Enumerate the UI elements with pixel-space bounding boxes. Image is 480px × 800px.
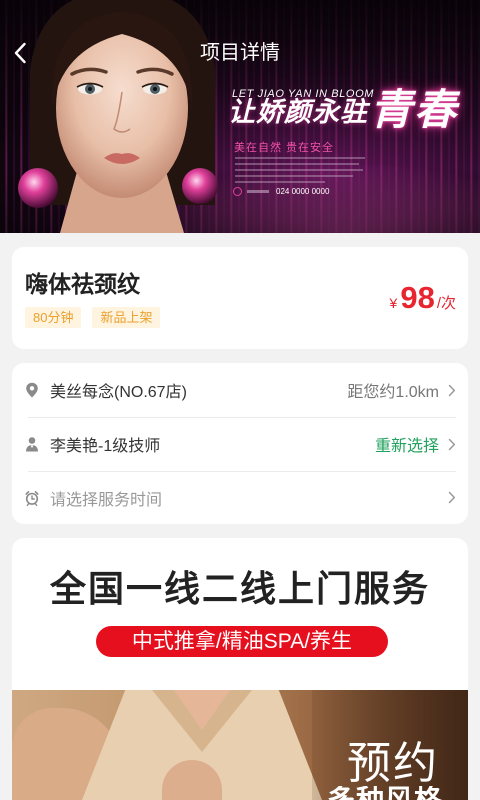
booking-card: 美丝每念(NO.67店) 距您约1.0km 李美艳-1级技师 重新选择 请选择服… — [12, 363, 468, 524]
brand-logo-wordmark — [247, 190, 269, 193]
clock-icon — [25, 490, 39, 506]
technician-name: 李美艳-1级技师 — [50, 438, 161, 455]
technician-row[interactable]: 李美艳-1级技师 重新选择 — [12, 417, 468, 471]
photo-caption: 预约 — [347, 739, 439, 788]
price-currency: ¥ — [389, 295, 398, 311]
technician-icon — [26, 437, 38, 452]
chevron-right-icon — [448, 491, 456, 504]
store-name: 美丝每念(NO.67店) — [50, 384, 187, 401]
service-time-row[interactable]: 请选择服务时间 — [12, 471, 468, 524]
banner-headline-highlight: 青春 — [370, 86, 459, 133]
location-pin-icon — [26, 382, 38, 398]
store-distance: 距您约1.0km — [347, 384, 439, 401]
promo-categories-pill: 中式推拿/精油SPA/养生 — [96, 626, 388, 657]
new-arrival-tag: 新品上架 — [92, 307, 161, 328]
banner-fine-print-line — [235, 157, 365, 159]
banner-fine-print-line — [235, 169, 363, 171]
chevron-right-icon — [448, 438, 456, 450]
service-card: 嗨体祛颈纹 80分钟 新品上架 ¥ 98 /次 — [12, 247, 468, 349]
service-price: ¥ 98 /次 — [390, 280, 456, 322]
brand-logo — [233, 187, 242, 196]
promo-card: 全国一线二线上门服务 中式推拿/精油SPA/养生 预约 多种风格 — [12, 538, 468, 800]
promo-title: 全国一线二线上门服务 — [49, 568, 430, 609]
service-tags: 80分钟 新品上架 — [25, 307, 161, 328]
price-amount: 98 — [400, 280, 435, 315]
banner-fine-print-line — [235, 181, 325, 183]
hero-banner: LET JIAO YAN IN BLOOM 让娇颜永驻 青春 美在自然 贵在安全… — [0, 0, 480, 233]
reselect-technician-link[interactable]: 重新选择 — [375, 432, 439, 456]
model-photo — [18, 0, 218, 233]
service-time-placeholder: 请选择服务时间 — [50, 491, 163, 509]
photo-caption-sub: 多种风格 — [327, 786, 443, 800]
banner-fine-print-line — [235, 163, 359, 165]
duration-tag: 80分钟 — [25, 307, 82, 328]
store-row[interactable]: 美丝每念(NO.67店) 距您约1.0km — [12, 363, 468, 417]
banner-slogan: 美在自然 贵在安全 — [234, 142, 335, 154]
massage-photo: 预约 多种风格 — [12, 690, 468, 800]
banner-fine-print-line — [235, 175, 353, 177]
page-title: 项目详情 — [200, 42, 280, 64]
chevron-right-icon — [448, 384, 456, 396]
service-name: 嗨体祛颈纹 — [25, 271, 140, 297]
banner-headline: 让娇颜永驻 — [228, 97, 368, 127]
banner-phone: 024 0000 0000 — [276, 187, 330, 196]
price-unit: /次 — [436, 295, 456, 312]
